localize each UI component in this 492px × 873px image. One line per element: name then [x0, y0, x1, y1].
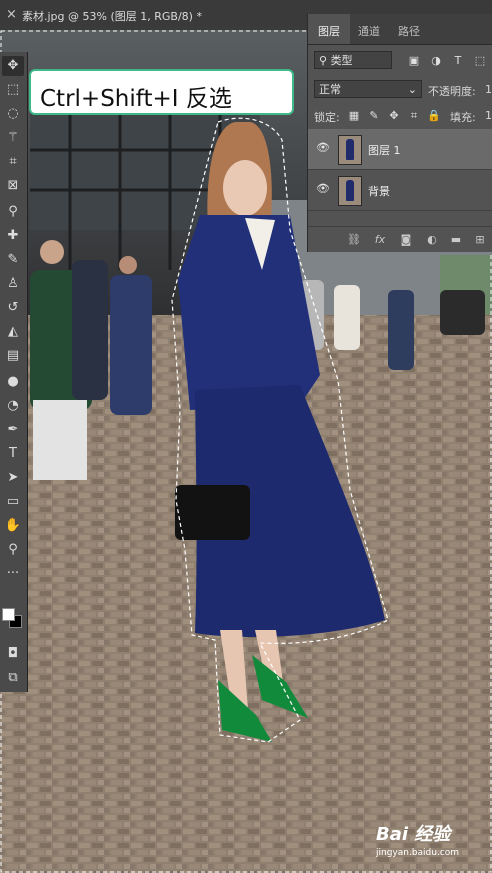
- zoom-tool-icon[interactable]: ⚲: [2, 540, 24, 560]
- filter-shape-icon[interactable]: ⬚: [472, 54, 488, 67]
- blend-mode-value: 正常: [319, 83, 341, 96]
- blur-tool-icon[interactable]: ●: [2, 372, 24, 392]
- filter-type-icon[interactable]: T: [450, 54, 466, 67]
- lock-all-icon[interactable]: 🔒: [426, 109, 442, 122]
- path-selection-tool-icon[interactable]: ➤: [2, 468, 24, 488]
- foreground-color-swatch[interactable]: [2, 608, 15, 621]
- new-group-icon[interactable]: ▬: [448, 233, 464, 246]
- frame-tool-icon[interactable]: ⊠: [2, 176, 24, 196]
- pen-tool-icon[interactable]: ✒: [2, 420, 24, 440]
- fx-icon[interactable]: fx: [372, 233, 388, 246]
- filter-adjustment-icon[interactable]: ◑: [428, 54, 444, 67]
- lasso-tool-icon[interactable]: ◌: [2, 104, 24, 124]
- quick-mask-icon[interactable]: ◘: [2, 644, 24, 664]
- brush-tool-icon[interactable]: ✎: [2, 250, 24, 270]
- document-title: 素材.jpg @ 53% (图层 1, RGB/8) *: [22, 10, 202, 23]
- add-mask-icon[interactable]: ◙: [398, 233, 414, 246]
- clone-stamp-tool-icon[interactable]: ♙: [2, 274, 24, 294]
- blend-mode-select[interactable]: 正常 ⌄: [314, 80, 422, 98]
- layers-panel: 图层 通道 路径 ⚲ 类型 ▣ ◑ T ⬚ 正常 ⌄ 不透明度: 10 锁定: …: [307, 14, 492, 252]
- marquee-tool-icon[interactable]: ⬚: [2, 80, 24, 100]
- baidu-jingyan-watermark: Bai 经验 jingyan.baidu.com: [376, 818, 486, 862]
- gradient-tool-icon[interactable]: ▤: [2, 346, 24, 366]
- shortcut-text: Ctrl+Shift+I 反选: [40, 86, 232, 112]
- type-tool-icon[interactable]: T: [2, 444, 24, 464]
- adjustment-layer-icon[interactable]: ◐: [424, 233, 440, 246]
- fill-label: 填充:: [450, 111, 476, 124]
- layers-footer: ⛓ fx ◙ ◐ ▬ ⊞: [308, 226, 492, 253]
- more-tools-icon[interactable]: ···: [2, 564, 24, 584]
- close-document-icon[interactable]: ×: [6, 7, 17, 22]
- panel-tabs: 图层 通道 路径: [308, 14, 492, 45]
- layer-thumbnail: [338, 176, 362, 206]
- link-layers-icon[interactable]: ⛓: [346, 233, 362, 246]
- layer-thumbnail: [338, 135, 362, 165]
- layer-name: 图层 1: [368, 144, 401, 157]
- search-icon: ⚲: [319, 54, 331, 67]
- filter-pixel-icon[interactable]: ▣: [406, 54, 422, 67]
- move-tool-icon[interactable]: ✥: [2, 56, 24, 76]
- healing-brush-tool-icon[interactable]: ✚: [2, 226, 24, 246]
- tab-layers[interactable]: 图层: [318, 23, 340, 39]
- lock-label: 锁定:: [314, 111, 340, 124]
- layer-name: 背景: [368, 185, 390, 198]
- eyedropper-tool-icon[interactable]: ⚲: [2, 202, 24, 222]
- hand-tool-icon[interactable]: ✋: [2, 516, 24, 536]
- opacity-value[interactable]: 10: [485, 83, 492, 96]
- lock-artboard-icon[interactable]: ⌗: [406, 109, 422, 123]
- visibility-eye-icon[interactable]: 👁: [316, 182, 330, 195]
- layer-row-background[interactable]: 👁 背景: [308, 170, 492, 211]
- magic-wand-tool-icon[interactable]: ⚚: [2, 128, 24, 148]
- filter-row: ⚲ 类型 ▣ ◑ T ⬚: [308, 48, 492, 72]
- dodge-tool-icon[interactable]: ◔: [2, 396, 24, 416]
- layer-row-layer1[interactable]: 👁 图层 1: [308, 129, 492, 170]
- crop-tool-icon[interactable]: ⌗: [2, 152, 24, 172]
- tools-panel: ✥ ⬚ ◌ ⚚ ⌗ ⊠ ⚲ ✚ ✎ ♙ ↺ ◭ ▤ ● ◔ ✒ T ➤ ▭ ✋ …: [0, 52, 28, 692]
- visibility-eye-icon[interactable]: 👁: [316, 141, 330, 154]
- new-layer-icon[interactable]: ⊞: [472, 233, 488, 246]
- shortcut-callout: Ctrl+Shift+I 反选: [29, 69, 294, 115]
- tab-channels[interactable]: 通道: [358, 23, 380, 39]
- history-brush-tool-icon[interactable]: ↺: [2, 298, 24, 318]
- fill-value[interactable]: 10: [485, 109, 492, 122]
- rectangle-tool-icon[interactable]: ▭: [2, 492, 24, 512]
- lock-position-icon[interactable]: ✥: [386, 109, 402, 122]
- filter-kind-select[interactable]: ⚲ 类型: [314, 51, 392, 69]
- watermark-logo: Bai 经验: [376, 824, 451, 845]
- opacity-label: 不透明度:: [428, 85, 476, 98]
- lock-image-icon[interactable]: ✎: [366, 109, 382, 122]
- screen-mode-icon[interactable]: ⧉: [2, 668, 24, 688]
- lock-transparent-icon[interactable]: ▦: [346, 109, 362, 122]
- chevron-down-icon: ⌄: [407, 83, 417, 96]
- watermark-url: jingyan.baidu.com: [376, 848, 460, 858]
- eraser-tool-icon[interactable]: ◭: [2, 322, 24, 342]
- filter-kind-value: 类型: [330, 54, 353, 67]
- tab-paths[interactable]: 路径: [398, 23, 420, 39]
